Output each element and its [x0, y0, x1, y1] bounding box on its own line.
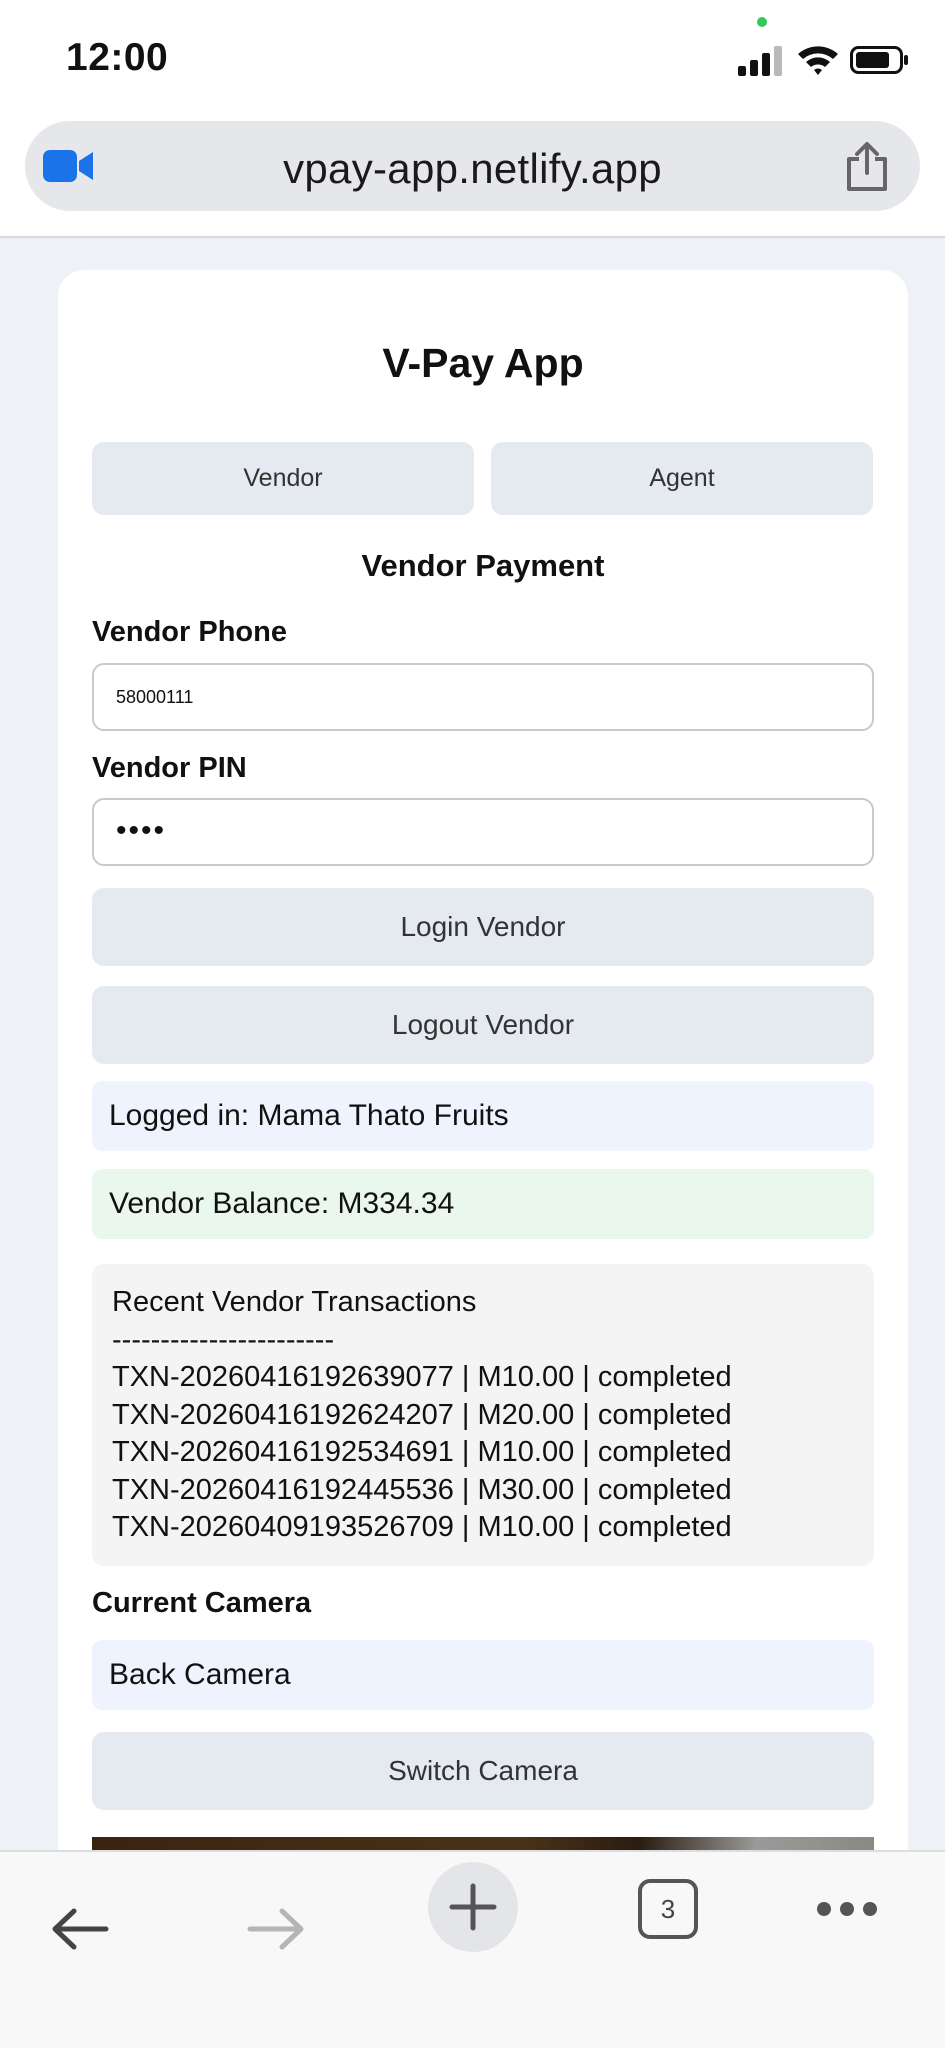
- vendor-phone-label: Vendor Phone: [92, 616, 287, 648]
- more-options-icon[interactable]: [816, 1899, 878, 1919]
- signal-icon: [738, 42, 786, 76]
- wifi-icon: [796, 42, 840, 76]
- vendor-balance: Vendor Balance: M334.34: [92, 1169, 874, 1239]
- logged-in-status: Logged in: Mama Thato Fruits: [92, 1081, 874, 1151]
- tab-switcher-button[interactable]: 3: [638, 1879, 698, 1939]
- vendor-phone-input[interactable]: 58000111: [92, 663, 874, 731]
- back-arrow-icon[interactable]: [50, 1907, 110, 1951]
- logout-vendor-button[interactable]: Logout Vendor: [92, 986, 874, 1064]
- transactions-title: Recent Vendor Transactions: [112, 1286, 477, 1318]
- app-card: V-Pay App Vendor Agent Vendor Payment Ve…: [58, 270, 908, 1877]
- vendor-pin-input[interactable]: ••••: [92, 798, 874, 866]
- transaction-row: TXN-20260416192639077 | M10.00 | complet…: [112, 1361, 732, 1393]
- tab-agent[interactable]: Agent: [491, 442, 873, 515]
- new-tab-plus-icon[interactable]: [428, 1862, 518, 1952]
- tab-vendor[interactable]: Vendor: [92, 442, 474, 515]
- browser-toolbar: 3: [0, 1850, 945, 2048]
- section-title: Vendor Payment: [361, 548, 605, 583]
- vendor-pin-label: Vendor PIN: [92, 752, 247, 784]
- switch-camera-button[interactable]: Switch Camera: [92, 1732, 874, 1810]
- current-camera-label: Current Camera: [92, 1587, 312, 1619]
- share-icon[interactable]: [844, 141, 890, 193]
- status-bar: 12:00: [0, 0, 945, 115]
- privacy-indicator-dot: [757, 17, 767, 27]
- login-vendor-button[interactable]: Login Vendor: [92, 888, 874, 966]
- transaction-row: TXN-20260409193526709 | M10.00 | complet…: [112, 1511, 732, 1543]
- recent-transactions-box: Recent Vendor Transactions --------------…: [92, 1264, 874, 1566]
- forward-arrow-icon[interactable]: [246, 1907, 306, 1951]
- status-time: 12:00: [66, 36, 169, 79]
- current-camera-value: Back Camera: [92, 1640, 874, 1710]
- transaction-row: TXN-20260416192624207 | M20.00 | complet…: [112, 1398, 732, 1431]
- address-bar[interactable]: vpay-app.netlify.app: [25, 121, 920, 211]
- battery-icon: [850, 46, 910, 74]
- app-title: V-Pay App: [382, 340, 584, 386]
- transactions-separator: -----------------------: [112, 1323, 335, 1356]
- browser-address-area: vpay-app.netlify.app: [0, 115, 945, 238]
- transaction-row: TXN-20260416192534691 | M10.00 | complet…: [112, 1436, 732, 1468]
- transaction-row: TXN-20260416192445536 | M30.00 | complet…: [112, 1473, 732, 1506]
- url-text[interactable]: vpay-app.netlify.app: [25, 145, 920, 193]
